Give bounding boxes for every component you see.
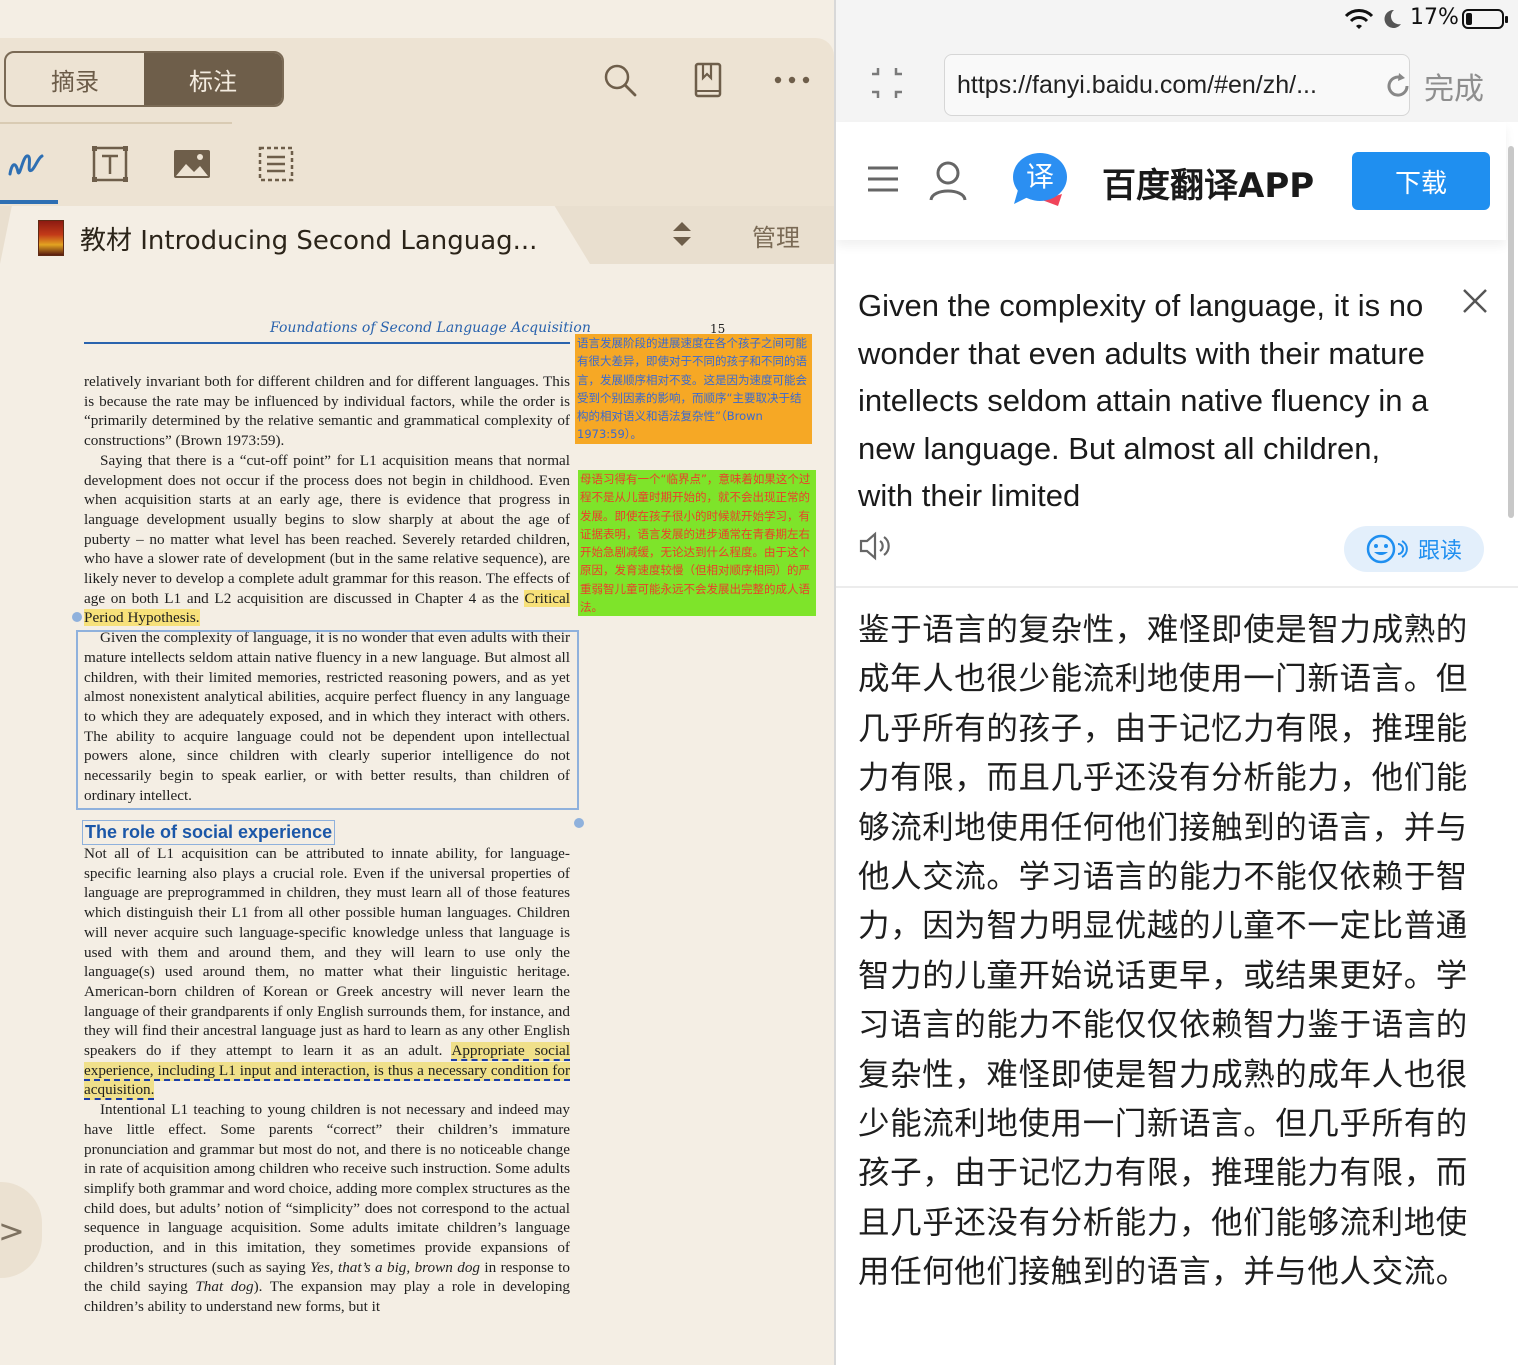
paragraph: relatively invariant both for different … bbox=[84, 373, 570, 450]
battery-percentage: 17% bbox=[1410, 5, 1459, 30]
download-button[interactable]: 下载 bbox=[1352, 152, 1490, 210]
scrollbar[interactable] bbox=[1508, 146, 1514, 518]
follow-read-label: 跟读 bbox=[1417, 539, 1462, 564]
battery-icon bbox=[1462, 9, 1508, 29]
paragraph: Not all of L1 acquisition can be attribu… bbox=[84, 845, 570, 1101]
reader-toolbar: 摘录 标注 bbox=[0, 38, 834, 122]
book-cover-thumbnail bbox=[38, 220, 64, 256]
page-text-lower: Not all of L1 acquisition can be attribu… bbox=[84, 844, 570, 1317]
url-text[interactable]: https://fanyi.baidu.com/#en/zh/... bbox=[957, 71, 1357, 100]
reader-top-spacer bbox=[0, 0, 834, 38]
book-page: Foundations of Second Language Acquisiti… bbox=[0, 264, 834, 1365]
margin-note-green[interactable]: 母语习得有一个“临界点”，意味着如果这个过程不是从儿童时期开始的，就不会出现正常… bbox=[578, 470, 816, 617]
handwriting-icon[interactable] bbox=[6, 144, 46, 184]
annotation-type-tabs bbox=[0, 122, 834, 206]
image-icon[interactable] bbox=[172, 144, 212, 184]
baidu-translate-logo: 译 bbox=[1012, 150, 1074, 208]
moon-icon bbox=[1382, 8, 1402, 34]
running-head: Foundations of Second Language Acquisiti… bbox=[270, 320, 591, 336]
section-heading: The role of social experience bbox=[82, 820, 336, 845]
selection-handle-end[interactable] bbox=[574, 818, 584, 828]
svg-text:译: 译 bbox=[1026, 160, 1054, 193]
wifi-icon bbox=[1344, 8, 1374, 34]
margin-note-orange[interactable]: 语言发展阶段的进展速度在各个孩子之间可能有很大差异，即使对于不同的孩子和不同的语… bbox=[575, 334, 812, 444]
app-banner: 译 百度翻译APP 下载 bbox=[836, 122, 1506, 240]
collapse-icon[interactable] bbox=[870, 66, 904, 104]
close-icon[interactable] bbox=[1460, 286, 1490, 316]
selection-handle-start[interactable] bbox=[72, 612, 82, 622]
speaker-icon[interactable] bbox=[858, 530, 894, 562]
selection-box[interactable] bbox=[76, 630, 579, 810]
follow-read-button[interactable]: 跟读 bbox=[1344, 526, 1484, 572]
active-tab-indicator bbox=[0, 200, 58, 204]
url-field[interactable]: https://fanyi.baidu.com/#en/zh/... bbox=[944, 54, 1410, 116]
browser-address-bar: https://fanyi.baidu.com/#en/zh/... 完成 bbox=[836, 38, 1518, 122]
more-icon[interactable] bbox=[772, 60, 812, 100]
sort-icon[interactable] bbox=[670, 220, 694, 248]
annotate-tab[interactable]: 标注 bbox=[144, 53, 282, 105]
menu-icon[interactable] bbox=[866, 164, 900, 198]
user-icon[interactable] bbox=[928, 160, 968, 206]
list-icon[interactable] bbox=[256, 144, 296, 184]
header-rule bbox=[84, 342, 570, 344]
app-name: 百度翻译APP bbox=[1102, 166, 1315, 206]
mode-segmented-control: 摘录 标注 bbox=[4, 51, 284, 107]
reader-pane: 摘录 标注 教材 Introducing Second Languag... 管… bbox=[0, 0, 834, 1365]
smile-audio-icon bbox=[1366, 534, 1408, 564]
browser-pane: 17% https://fanyi.baidu.com/#en/zh/... 完… bbox=[834, 0, 1518, 1365]
done-button[interactable]: 完成 bbox=[1424, 64, 1484, 108]
search-icon[interactable] bbox=[600, 60, 640, 100]
book-tab-bar: 教材 Introducing Second Languag... 管理 bbox=[0, 206, 834, 264]
excerpt-tab[interactable]: 摘录 bbox=[6, 53, 144, 105]
manage-button[interactable]: 管理 bbox=[752, 218, 800, 253]
source-text[interactable]: Given the complexity of language, it is … bbox=[858, 282, 1430, 520]
status-bar: 17% bbox=[836, 0, 1518, 38]
paragraph: Saying that there is a “cut-off point” f… bbox=[84, 451, 570, 627]
book-title[interactable]: 教材 Introducing Second Languag... bbox=[80, 220, 537, 257]
chevron-right-icon[interactable]: > bbox=[0, 1212, 25, 1250]
tabs-divider bbox=[0, 122, 232, 124]
paragraph: Intentional L1 teaching to young childre… bbox=[84, 1101, 571, 1316]
section-divider bbox=[836, 586, 1518, 588]
translation-text[interactable]: 鉴于语言的复杂性，难怪即使是智力成熟的成年人也很少能流利地使用一门新语言。但几乎… bbox=[858, 606, 1478, 1298]
reload-icon[interactable] bbox=[1383, 71, 1413, 101]
bookmark-icon[interactable] bbox=[688, 60, 728, 100]
text-box-icon[interactable] bbox=[90, 144, 130, 184]
